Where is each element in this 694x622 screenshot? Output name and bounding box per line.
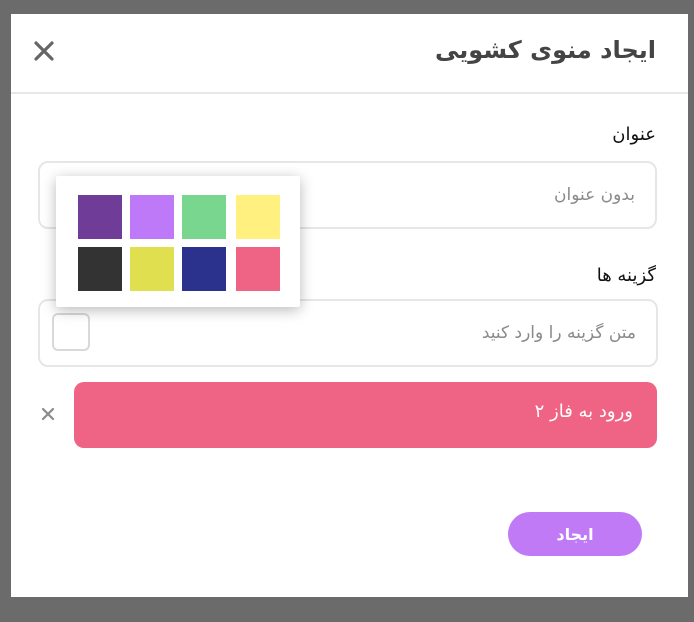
option-field [38, 299, 658, 367]
create-button[interactable]: ایجاد [508, 512, 642, 556]
color-swatch-purple[interactable] [78, 195, 122, 239]
close-icon[interactable] [31, 38, 57, 64]
color-swatch-navy[interactable] [182, 247, 226, 291]
dialog-title: ایجاد منوی کشویی [435, 36, 656, 64]
options-label: گزینه ها [596, 265, 656, 286]
color-palette-popup [56, 176, 300, 307]
option-item-label: ورود به فاز ۲ [534, 401, 633, 422]
option-text-input[interactable] [116, 301, 656, 365]
color-swatch-green[interactable] [182, 195, 226, 239]
color-swatch-lavender[interactable] [130, 195, 174, 239]
dialog-header: ایجاد منوی کشویی [11, 14, 688, 94]
color-swatch-charcoal[interactable] [78, 247, 122, 291]
color-swatch-pink[interactable] [236, 247, 280, 291]
color-swatch-olive-yellow[interactable] [130, 247, 174, 291]
color-picker-button[interactable] [52, 313, 90, 351]
option-item[interactable]: ورود به فاز ۲ [74, 382, 657, 448]
color-swatch-yellow[interactable] [236, 195, 280, 239]
title-label: عنوان [612, 124, 656, 145]
remove-option-icon[interactable] [41, 406, 55, 421]
